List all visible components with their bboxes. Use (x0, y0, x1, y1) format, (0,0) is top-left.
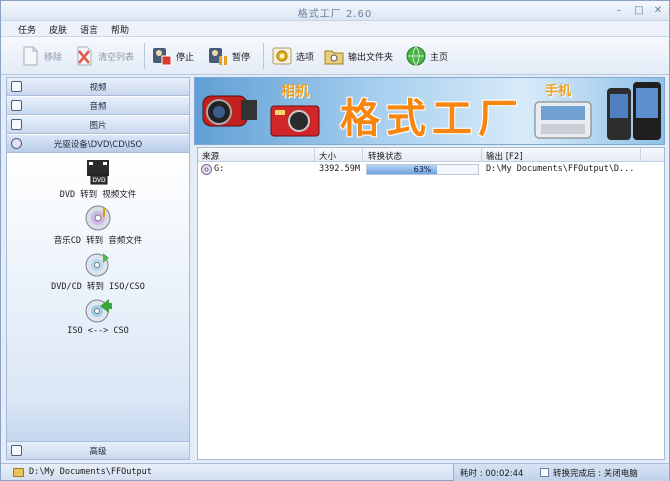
sidebar-item-label: 音频 (89, 102, 107, 112)
sidebar-item-audio[interactable]: 音频 (7, 97, 189, 115)
column-divider (314, 148, 315, 162)
close-button[interactable]: ✕ (652, 5, 664, 16)
window-title: 格式工厂 2.60 (297, 9, 373, 20)
gear-icon (271, 45, 293, 67)
cd-arrow-icon (84, 296, 112, 324)
row-output: D:\My Documents\FFOutput\D... (486, 164, 635, 174)
column-size[interactable]: 大小 (319, 150, 336, 162)
column-source[interactable]: 来源 (202, 150, 219, 162)
menu-help[interactable]: 帮助 (111, 23, 129, 36)
sidebar-item-label: 图片 (89, 121, 107, 131)
sidebar-item-label: 高级 (89, 447, 107, 457)
tool-cd-to-audio[interactable]: 音乐CD 转到 音频文件 (7, 204, 189, 246)
stop-label: 停止 (176, 52, 195, 63)
minimize-button[interactable]: – (613, 5, 625, 16)
sidebar-item-advanced[interactable]: 高级 (7, 441, 189, 459)
home-label: 主页 (430, 52, 449, 63)
title-bar: 格式工厂 2.60 – □ ✕ (1, 1, 669, 21)
app-window: 格式工厂 2.60 – □ ✕ 任务 皮肤 语言 帮助 移除 清空列表 停止 暂… (0, 0, 670, 481)
tool-label: DVD 转到 视频文件 (59, 190, 137, 200)
status-right-panel: 耗时 : 00:02:44 转换完成后 : 关闭电脑 (453, 464, 669, 481)
clear-list-button[interactable]: 清空列表 (73, 43, 134, 69)
column-status[interactable]: 转换状态 (368, 150, 402, 162)
tool-dvd-to-video[interactable]: DVD DVD 转到 视频文件 (7, 158, 189, 200)
dvd-film-icon: DVD (84, 158, 112, 186)
banner-camera-label: 相机 (281, 84, 309, 100)
clear-x-icon (73, 45, 95, 67)
column-divider (640, 148, 641, 162)
row-size: 3392.59M (319, 164, 360, 174)
toolbar-separator (263, 43, 264, 69)
camcorder-icon (202, 95, 257, 127)
tool-label: 音乐CD 转到 音频文件 (53, 236, 143, 246)
maximize-button[interactable]: □ (633, 5, 645, 16)
folder-icon (323, 45, 345, 67)
banner-title: 格式工厂 (340, 96, 524, 142)
menu-bar: 任务 皮肤 语言 帮助 (1, 21, 669, 37)
tool-list: DVD DVD 转到 视频文件 音乐CD 转到 音频文件 DVD/CD 转到 I… (7, 154, 189, 441)
home-button[interactable]: 主页 (405, 43, 448, 69)
tool-label: ISO <--> CSO (67, 326, 129, 336)
sidebar-item-label: 光驱设备\DVD\CD\ISO (53, 140, 143, 150)
table-row[interactable]: G: 3392.59M 63% D:\My Documents\FFOutput… (198, 162, 664, 177)
tool-dvd-to-iso[interactable]: DVD/CD 转到 ISO/CSO (7, 250, 189, 292)
after-done-checkbox[interactable] (540, 468, 549, 477)
cd-stack-icon (84, 250, 112, 278)
row-source: G: (214, 164, 225, 174)
sidebar-item-rom-device[interactable]: 光驱设备\DVD\CD\ISO (7, 135, 189, 153)
document-icon (19, 45, 41, 67)
remove-button[interactable]: 移除 (19, 43, 62, 69)
row-progress-text: 63% (413, 165, 432, 174)
pause-person-icon (207, 45, 229, 67)
output-folder-button[interactable]: 输出文件夹 (323, 43, 393, 69)
toolbar-separator (144, 43, 145, 69)
row-progress-bar: 63% (366, 164, 479, 175)
globe-icon (405, 45, 427, 67)
sidebar-item-label: 视频 (89, 83, 107, 93)
menu-task[interactable]: 任务 (18, 23, 36, 36)
camera-icon (270, 105, 320, 137)
task-list-header: 来源 大小 转换状态 输出 [F2] (198, 148, 664, 162)
output-path[interactable]: D:\My Documents\FFOutput (29, 467, 152, 477)
stop-person-icon (151, 45, 173, 67)
tool-iso-cso[interactable]: ISO <--> CSO (7, 296, 189, 336)
column-divider (481, 148, 482, 162)
pause-button[interactable]: 暂停 (207, 43, 250, 69)
stop-button[interactable]: 停止 (151, 43, 194, 69)
column-divider (362, 148, 363, 162)
elapsed-time: 耗时 : 00:02:44 (460, 469, 524, 479)
sidebar-item-video[interactable]: 视频 (7, 78, 189, 96)
column-output[interactable]: 输出 [F2] (486, 150, 523, 162)
clear-list-label: 清空列表 (98, 52, 135, 63)
pause-label: 暂停 (232, 52, 251, 63)
output-folder-label: 输出文件夹 (348, 52, 394, 63)
svg-text:DVD: DVD (92, 177, 106, 184)
sidebar-item-image[interactable]: 图片 (7, 116, 189, 134)
options-label: 选项 (296, 52, 315, 63)
menu-skin[interactable]: 皮肤 (49, 23, 67, 36)
smartphone-icon (607, 82, 661, 140)
options-button[interactable]: 选项 (271, 43, 314, 69)
cd-music-icon (84, 204, 112, 232)
folder-icon[interactable] (13, 468, 24, 477)
disc-icon (201, 164, 212, 175)
toolbar: 移除 清空列表 停止 暂停 选项 输出文件夹 主页 (1, 37, 669, 75)
menu-language[interactable]: 语言 (80, 23, 98, 36)
status-bar: D:\My Documents\FFOutput 耗时 : 00:02:44 转… (1, 463, 669, 481)
after-done-label[interactable]: 转换完成后 : 关闭电脑 (553, 467, 638, 479)
task-list: 来源 大小 转换状态 输出 [F2] G: 3392.59M 63% D:\My… (197, 147, 665, 460)
sidebar: 视频 音频 图片 光驱设备\DVD\CD\ISO DVD DVD 转到 视频文件 (6, 77, 190, 460)
remove-label: 移除 (44, 52, 63, 63)
tool-label: DVD/CD 转到 ISO/CSO (51, 282, 145, 292)
phone-slider-icon (534, 101, 592, 139)
banner: 相机 格式工厂 手机 (194, 77, 665, 145)
